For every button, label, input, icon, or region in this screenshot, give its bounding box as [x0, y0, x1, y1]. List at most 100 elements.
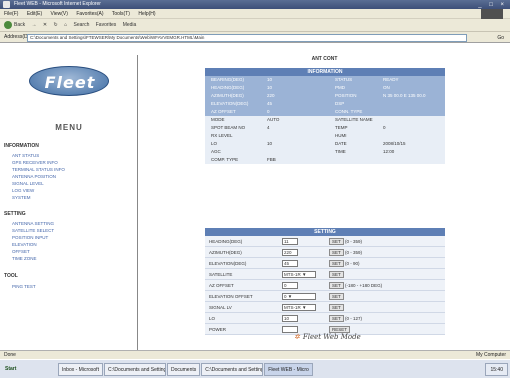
- menu-title: MENU: [55, 123, 83, 132]
- menu-edit[interactable]: Edit(E): [27, 11, 42, 17]
- setting-input[interactable]: 45: [282, 260, 298, 267]
- menu-tools[interactable]: Tools(T): [112, 11, 130, 17]
- taskbar-task[interactable]: C:\Documents and Settings: [201, 363, 264, 376]
- set-button[interactable]: RESET: [329, 326, 351, 333]
- sidebar-link[interactable]: OFFSET: [12, 248, 54, 255]
- set-button[interactable]: SET: [329, 238, 344, 245]
- sidebar-setting-list: ANTENNA SETTING SATELLITE SELECT POSITIO…: [12, 220, 54, 262]
- setting-header: SETTING: [205, 228, 445, 236]
- sidebar-link[interactable]: LOG VIEW: [12, 187, 65, 194]
- sidebar-link[interactable]: ANT STATUS: [12, 152, 65, 159]
- info-row: BEARING(DEG) 10 STATUS READY: [205, 76, 445, 84]
- info-row: RX LEVEL HUMI: [205, 132, 445, 140]
- toolbar-search[interactable]: Search: [74, 19, 90, 32]
- info-value: 10: [267, 77, 273, 82]
- sidebar-link[interactable]: GPS RECEIVER INFO: [12, 159, 65, 166]
- setting-input[interactable]: 0: [282, 282, 298, 289]
- information-rows: BEARING(DEG) 10 STATUS READY HEADING(DEG) 10 P…: [205, 76, 445, 164]
- info-label: LO: [211, 141, 218, 146]
- setting-label: POWER: [209, 327, 227, 332]
- sidebar-link[interactable]: SYSTEM: [12, 194, 65, 201]
- set-button[interactable]: SET: [329, 304, 344, 311]
- chevron-down-icon: ▼: [300, 305, 307, 310]
- sidebar-link[interactable]: SATELLITE SELECT: [12, 227, 54, 234]
- setting-label: ELEVATION(DEG): [209, 261, 247, 266]
- toolbar-media[interactable]: Media: [123, 19, 137, 32]
- setting-select[interactable]: 0 ▼: [282, 293, 316, 300]
- start-button[interactable]: Start: [2, 363, 19, 376]
- info-value: READY: [383, 77, 399, 82]
- info-value: AUTO: [267, 117, 280, 122]
- back-arrow-icon: [4, 20, 12, 29]
- sidebar-link[interactable]: TERMINAL STATUS INFO: [12, 166, 65, 173]
- sidebar-link[interactable]: SIGNAL LEVEL: [12, 180, 65, 187]
- setting-row: ELEVATION(DEG) 45 SET (0 - 90): [205, 258, 445, 269]
- page-title: ANT CONT: [311, 56, 338, 62]
- setting-select[interactable]: MTS-1R ▼: [282, 304, 316, 311]
- sidebar-information-list: ANT STATUS GPS RECEIVER INFO TERMINAL ST…: [12, 152, 65, 201]
- sidebar-section-tool: TOOL: [4, 273, 18, 279]
- setting-input[interactable]: [282, 326, 298, 333]
- status-text: Done: [4, 352, 16, 358]
- setting-input[interactable]: 11: [282, 238, 298, 245]
- setting-row: SATELLITE MTS-1R ▼ SET: [205, 269, 445, 280]
- setting-input[interactable]: 10: [282, 315, 298, 322]
- info-value: ON: [383, 85, 390, 90]
- set-button[interactable]: SET: [329, 249, 344, 256]
- address-bar: Address(D) C:\Documents and Settings\FTE…: [0, 32, 510, 43]
- set-button[interactable]: SET: [329, 260, 344, 267]
- footer-logo: ✲ Fleet Web Mode: [294, 333, 361, 341]
- menu-help[interactable]: Help(H): [138, 11, 155, 17]
- refresh-icon[interactable]: ↻: [54, 19, 58, 32]
- setting-range-note: (-180 - +180 DEG): [345, 283, 383, 288]
- info-value: 10: [267, 141, 273, 146]
- set-button[interactable]: SET: [329, 293, 344, 300]
- sidebar-link[interactable]: ANTENNA SETTING: [12, 220, 54, 227]
- setting-label: AZ OFFSET: [209, 283, 234, 288]
- sidebar-link[interactable]: ANTENNA POSITION: [12, 173, 65, 180]
- stop-icon[interactable]: ✕: [43, 19, 47, 32]
- setting-range-note: (0 - 359): [345, 239, 363, 244]
- information-panel: INFORMATION BEARING(DEG) 10 STATUS READY HEA…: [205, 68, 445, 164]
- setting-rows: HEADING(DEG) 11 SET (0 - 359) AZIMUTH(DEG) 22…: [205, 236, 445, 335]
- address-label: Address(D): [4, 34, 30, 40]
- info-label: BEARING(DEG): [211, 77, 245, 82]
- sidebar-link[interactable]: TIME ZONE: [12, 255, 54, 262]
- fleet-logo: Fleet: [29, 66, 109, 96]
- info-label: MODE: [211, 117, 225, 122]
- taskbar-task[interactable]: Documents: [166, 363, 201, 376]
- toolbar-favorites[interactable]: Favorites: [96, 19, 117, 32]
- info-value: N 35 00.0 E 135 00.0: [383, 93, 426, 98]
- home-icon[interactable]: ⌂: [64, 19, 67, 32]
- set-button[interactable]: SET: [329, 271, 344, 278]
- setting-select[interactable]: MTS-1R ▼: [282, 271, 316, 278]
- taskbar-task[interactable]: C:\Documents and Settings: [103, 363, 166, 376]
- sidebar-link[interactable]: PING TEST: [12, 283, 36, 290]
- info-label: AZIMUTH(DEG): [211, 93, 244, 98]
- menu-view[interactable]: View(V): [51, 11, 68, 17]
- setting-row: LO 10 SET (0 - 127): [205, 313, 445, 324]
- info-value: 0: [267, 109, 270, 114]
- info-row: SPOT BEAM NO 4 TEMP 0: [205, 124, 445, 132]
- sidebar-link[interactable]: ELEVATION: [12, 241, 54, 248]
- info-label: TIME: [335, 149, 346, 154]
- info-label: RX LEVEL: [211, 133, 233, 138]
- setting-label: SATELLITE: [209, 272, 233, 277]
- fleet-mark-icon: ✲: [294, 333, 300, 341]
- set-button[interactable]: SET: [329, 282, 344, 289]
- setting-label: SIGNAL LV: [209, 305, 232, 310]
- forward-icon[interactable]: →: [32, 19, 37, 32]
- setting-input[interactable]: 220: [282, 249, 298, 256]
- back-button[interactable]: Back: [4, 19, 25, 32]
- info-value: 220: [267, 93, 275, 98]
- info-label: HUMI: [335, 133, 347, 138]
- set-button[interactable]: SET: [329, 315, 344, 322]
- taskbar-task-active[interactable]: Fleet WEB - Micro: [264, 363, 313, 376]
- info-value: 10: [267, 85, 273, 90]
- menu-favorites[interactable]: Favorites(A): [76, 11, 103, 17]
- taskbar-task[interactable]: Inbox - Microsoft: [58, 363, 103, 376]
- menu-file[interactable]: File(F): [4, 11, 18, 17]
- sidebar-link[interactable]: POSITION INPUT: [12, 234, 54, 241]
- sidebar: Fleet MENU INFORMATION ANT STATUS GPS RE…: [0, 55, 138, 350]
- address-input[interactable]: C:\Documents and Settings\FTEWSER\My Doc…: [27, 34, 467, 42]
